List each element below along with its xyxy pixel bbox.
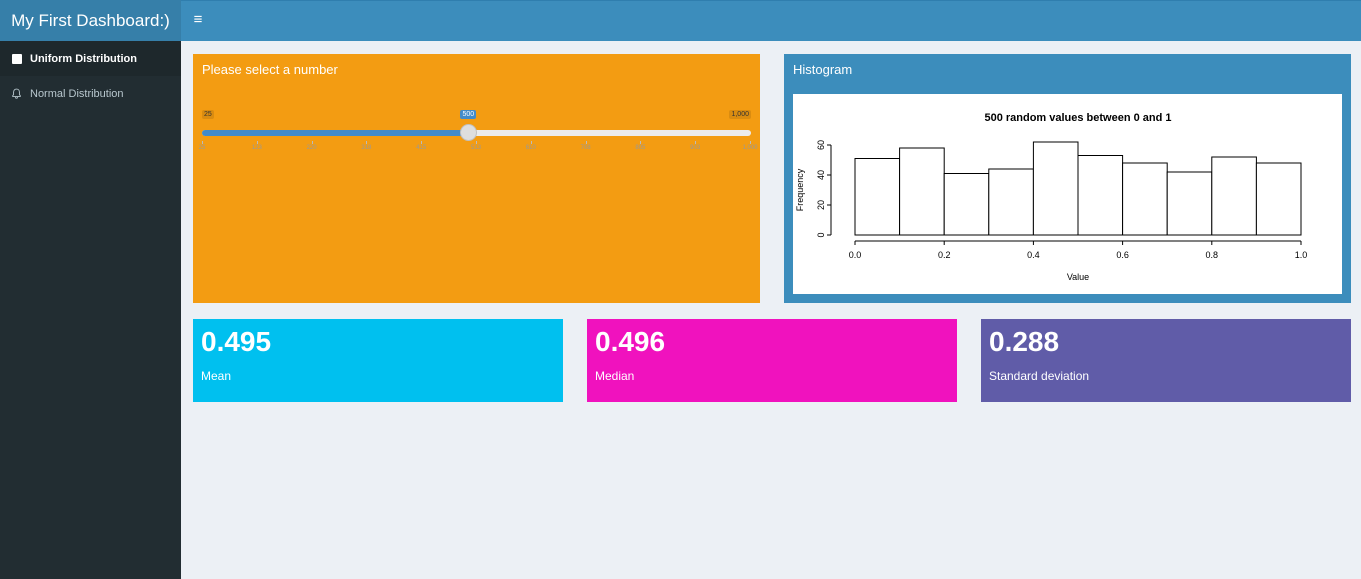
mean-value: 0.495 xyxy=(201,326,272,357)
slider-tick xyxy=(421,141,423,144)
sidebar-item-label: Uniform Distribution xyxy=(30,52,137,65)
sidebar: Uniform Distribution Normal Distribution xyxy=(0,41,181,579)
median-label: Median xyxy=(595,369,635,383)
app-title[interactable]: My First Dashboard:) xyxy=(0,0,181,41)
sidebar-item-normal-distribution[interactable]: Normal Distribution xyxy=(0,76,181,111)
hamburger-icon[interactable]: ≡ xyxy=(191,11,205,29)
slider-tick-label: 318 xyxy=(361,145,372,151)
slider-tick xyxy=(585,141,587,144)
slider-tick xyxy=(366,141,368,144)
slider-tick xyxy=(476,141,477,144)
median-value: 0.496 xyxy=(595,326,666,357)
sidebar-item-label: Normal Distribution xyxy=(30,87,124,100)
x-tick-label: 0.8 xyxy=(1206,250,1219,260)
sidebar-item-uniform-distribution[interactable]: Uniform Distribution xyxy=(0,41,181,76)
mean-label: Mean xyxy=(201,369,232,383)
slider-tick-label: 25 xyxy=(198,145,206,151)
slider-ticks: 25 123 220 318 415 513 610 708 805 903 1,000 xyxy=(198,141,758,153)
slider-tick xyxy=(530,141,532,144)
slider-tick xyxy=(750,141,751,144)
histogram-bar xyxy=(899,147,945,236)
slider-tick xyxy=(202,141,203,144)
slider-tick-label: 708 xyxy=(580,145,591,151)
slider-tick xyxy=(256,141,258,144)
slider-tick-label: 123 xyxy=(251,145,262,151)
slider-tick xyxy=(695,141,697,144)
x-tick-label: 0.2 xyxy=(938,250,951,260)
histogram-bar xyxy=(988,168,1034,236)
number-select-box: Please select a number 25 1,000 500 25 12… xyxy=(193,54,760,303)
y-tick-label: 20 xyxy=(816,200,826,210)
slider-max-label: 1,000 xyxy=(729,110,751,119)
histogram-bar xyxy=(1122,162,1168,236)
y-tick-label: 0 xyxy=(816,232,826,237)
mean-value-box: 0.495 Mean xyxy=(193,319,563,402)
histogram-bar xyxy=(854,158,901,236)
histogram-plot: 500 random values between 0 and 1 0.0 0.2 0… xyxy=(793,94,1342,294)
histogram-bar xyxy=(1032,141,1079,236)
slider-fill xyxy=(202,130,470,136)
sd-value-box: 0.288 Standard deviation xyxy=(981,319,1351,402)
slider-tick-label: 1,000 xyxy=(742,145,758,151)
y-tick-label: 60 xyxy=(816,140,826,150)
x-tick-label: 0.4 xyxy=(1027,250,1040,260)
number-slider[interactable]: 25 1,000 500 25 123 220 318 415 513 610 708 805 9… xyxy=(198,110,758,160)
slider-tick-label: 220 xyxy=(306,145,317,151)
histogram-box: Histogram 500 random values between 0 an… xyxy=(784,54,1351,303)
x-tick-label: 0.6 xyxy=(1116,250,1129,260)
histogram-bar xyxy=(1211,156,1257,236)
slider-tick-label: 415 xyxy=(416,145,427,151)
histogram-bar xyxy=(1166,171,1213,236)
bell-icon xyxy=(11,88,22,99)
x-tick-label: 1.0 xyxy=(1295,250,1308,260)
x-tick-label: 0.0 xyxy=(849,250,862,260)
slider-value-label: 500 xyxy=(460,110,477,119)
median-value-box: 0.496 Median xyxy=(587,319,957,402)
histogram-bar xyxy=(1077,155,1124,236)
slider-tick-label: 513 xyxy=(470,145,482,151)
slider-tick xyxy=(311,141,313,144)
square-icon xyxy=(11,53,22,64)
x-axis-label: Value xyxy=(1067,272,1089,282)
slider-tick-label: 903 xyxy=(690,145,701,151)
histogram-bar xyxy=(1255,162,1302,236)
chart-title: 500 random values between 0 and 1 xyxy=(984,112,1171,124)
slider-tick xyxy=(640,141,642,144)
y-axis-label: Frequency xyxy=(795,168,805,211)
sd-label: Standard deviation xyxy=(989,369,1090,383)
box-title: Please select a number xyxy=(202,62,338,77)
histogram-chart: 500 random values between 0 and 1 0.0 0.2 0… xyxy=(795,112,1308,282)
top-navbar: ≡ xyxy=(181,0,1361,41)
sd-value: 0.288 xyxy=(989,326,1060,357)
slider-handle[interactable] xyxy=(460,124,478,141)
slider-tick-label: 805 xyxy=(635,145,646,151)
slider-min-label: 25 xyxy=(202,110,214,119)
y-tick-label: 40 xyxy=(816,170,826,180)
box-title: Histogram xyxy=(793,62,853,77)
slider-tick-label: 610 xyxy=(525,145,536,151)
histogram-bar xyxy=(943,173,990,236)
